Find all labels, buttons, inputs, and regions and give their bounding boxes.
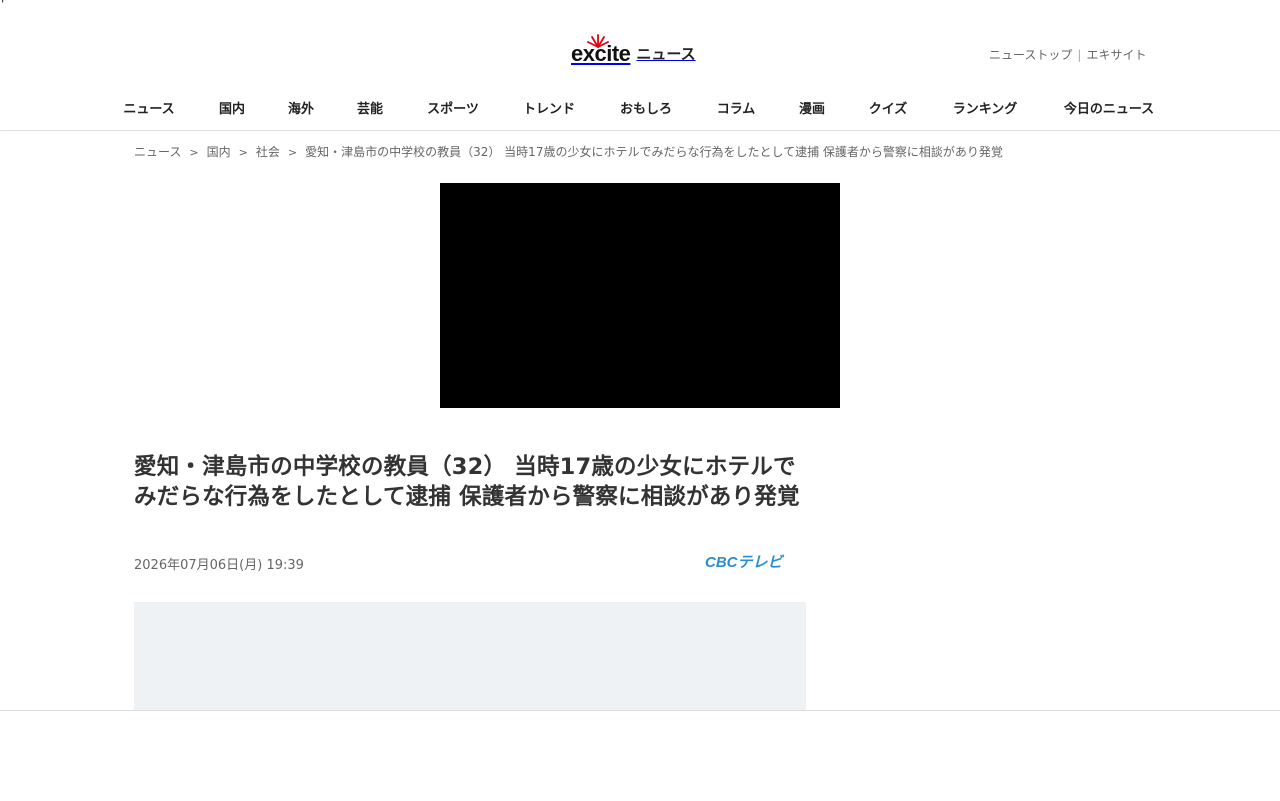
news-top-link[interactable]: ニューストップ (989, 48, 1072, 62)
breadcrumb: ニュース > 国内 > 社会 > 愛知・津島市の中学校の教員（32） 当時17歳の少女にホテ… (134, 143, 1003, 160)
header-utility-links: ニューストップ | エキサイト (989, 46, 1146, 63)
nav-item-sports[interactable]: スポーツ (427, 98, 479, 117)
nav-item-quiz[interactable]: クイズ (869, 98, 908, 117)
excite-sunburst-icon (587, 34, 609, 48)
breadcrumb-item-domestic[interactable]: 国内 (207, 145, 231, 159)
nav-item-column[interactable]: コラム (717, 98, 756, 117)
logo-wordmark: excite (571, 34, 631, 67)
breadcrumb-separator: > (238, 146, 248, 159)
source-logo-cbc[interactable]: CBCテレビ (705, 553, 806, 571)
breadcrumb-item-news[interactable]: ニュース (134, 145, 181, 159)
article-date: 2026年07月06日(月) 19:39 (134, 558, 304, 573)
bottom-bar (0, 710, 1280, 801)
excite-news-logo[interactable]: excite ニュース (571, 33, 696, 67)
site-header: excite ニュース ニューストップ | エキサイト ニュース 国内 海外 芸能 … (0, 0, 1280, 131)
video-player[interactable] (440, 183, 840, 408)
nav-item-funny[interactable]: おもしろ (620, 98, 672, 117)
article-title: 愛知・津島市の中学校の教員（32） 当時17歳の少女にホテルでみだらな行為をした… (134, 454, 800, 510)
breadcrumb-current: 愛知・津島市の中学校の教員（32） 当時17歳の少女にホテルでみだらな行為をした… (305, 145, 1003, 159)
nav-item-news[interactable]: ニュース (123, 98, 174, 117)
nav-item-manga[interactable]: 漫画 (799, 98, 825, 117)
cbc-tv-logo-icon: CBCテレビ (705, 554, 784, 571)
logo-news-text: ニュース (636, 45, 696, 63)
nav-item-overseas[interactable]: 海外 (288, 98, 314, 117)
nav-item-entertainment[interactable]: 芸能 (357, 98, 383, 117)
nav-item-trend[interactable]: トレンド (523, 98, 575, 117)
nav-item-domestic[interactable]: 国内 (219, 98, 245, 117)
excite-top-link[interactable]: エキサイト (1086, 48, 1146, 62)
breadcrumb-separator: > (189, 146, 199, 159)
nav-item-ranking[interactable]: ランキング (953, 98, 1018, 117)
source-name-text: CBCテレビ (705, 554, 784, 571)
breadcrumb-item-society[interactable]: 社会 (256, 145, 280, 159)
nav-item-todays-news[interactable]: 今日のニュース (1064, 98, 1154, 117)
global-nav: ニュース 国内 海外 芸能 スポーツ トレンド おもしろ コラム 漫画 クイズ … (0, 90, 1280, 126)
link-divider: | (1077, 48, 1082, 62)
breadcrumb-separator: > (287, 146, 298, 159)
ad-placeholder (134, 602, 806, 710)
